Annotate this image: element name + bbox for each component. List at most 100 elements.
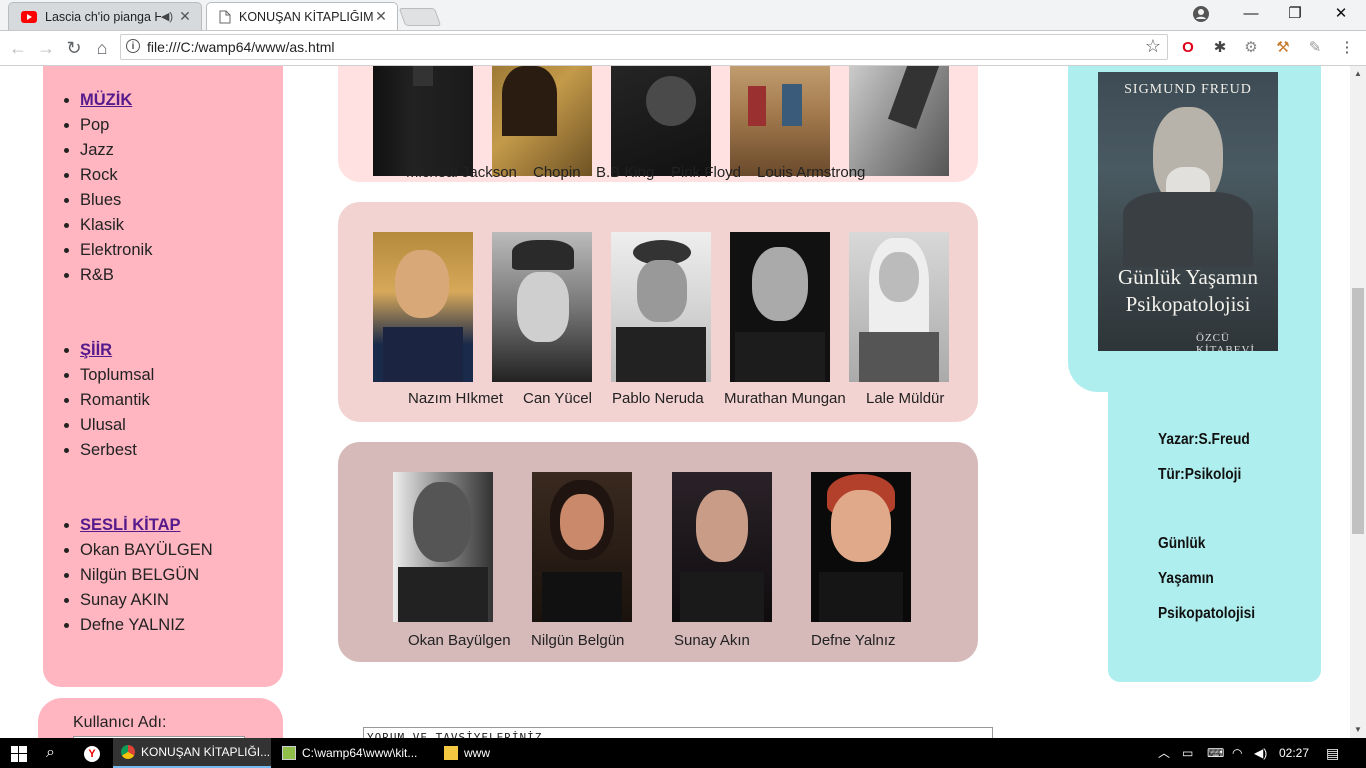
photo-caption: Okan Bayülgen [408,632,511,649]
extension-bug-icon[interactable]: ✱ [1209,37,1231,59]
taskbar-chrome-app[interactable]: KONUŞAN KİTAPLIĞI... [113,738,271,768]
profile-icon[interactable] [1193,6,1209,22]
book-cover[interactable]: SIGMUND FREUD Günlük Yaşamın Psikopatolo… [1098,72,1278,351]
tab-active[interactable]: KONUŞAN KİTAPLIĞIM ✕ [206,2,398,30]
menu-item[interactable]: Nilgün BELGÜN [80,563,213,588]
login-box: Kullanıcı Adı: [38,698,283,738]
menu-item[interactable]: R&B [80,263,152,288]
poetry-link[interactable]: ŞİİR [80,341,112,359]
windows-taskbar: ⌕ Y KONUŞAN KİTAPLIĞI... C:\wamp64\www\k… [0,738,1366,768]
menu-item[interactable]: Ulusal [80,413,154,438]
narrator-photo[interactable] [672,472,772,622]
artist-photo[interactable] [849,66,949,176]
search-icon[interactable]: ⌕ [46,738,55,768]
photo-caption: Nazım HIkmet [408,390,504,407]
menu-item[interactable]: Okan BAYÜLGEN [80,538,213,563]
tab-youtube[interactable]: Lascia ch'io pianga HW ◀) ✕ [8,2,202,30]
audiobook-menu: SESLİ KİTAP Okan BAYÜLGEN Nilgün BELGÜN … [60,513,213,638]
photo-caption: Sunay Akın [674,632,750,649]
menu-heading[interactable]: SESLİ KİTAP [80,513,213,538]
poet-photo[interactable] [730,232,830,382]
yandex-browser-icon[interactable]: Y [84,738,100,768]
back-button[interactable]: ← [5,35,31,61]
forward-button[interactable]: → [33,35,59,61]
page-scrollbar[interactable]: ▲ ▼ [1350,66,1366,738]
narrator-photo[interactable] [393,472,493,622]
comment-textarea[interactable]: YORUM VE TAVSİYELERİNİZ [363,727,993,738]
menu-item[interactable]: Pop [80,113,152,138]
clock[interactable]: 02:27 [1279,738,1309,768]
speaker-icon[interactable]: ◀) [161,10,173,23]
book-title-line: Yaşamın [1158,570,1214,587]
poet-photo[interactable] [492,232,592,382]
artist-photo[interactable] [373,66,473,176]
menu-item[interactable]: Romantik [80,388,154,413]
artist-photo[interactable] [730,66,830,176]
bookmark-star-icon[interactable]: ☆ [1145,36,1161,57]
menu-item[interactable]: Klasik [80,213,152,238]
notifications-icon[interactable]: ▤ [1326,738,1339,768]
extension-gear-icon[interactable]: ⚙ [1240,37,1262,59]
volume-icon[interactable]: ◀) [1254,738,1267,768]
menu-item[interactable]: Blues [80,188,152,213]
close-tab-icon[interactable]: ✕ [373,8,389,25]
document-icon [219,10,231,23]
artist-photo[interactable] [611,66,711,176]
photo-caption: Defne Yalnız [811,632,896,649]
home-button[interactable]: ⌂ [89,35,115,61]
menu-item[interactable]: Defne YALNIZ [80,613,213,638]
taskbar-notepad-app[interactable]: C:\wamp64\www\kit... [274,738,430,768]
menu-dots-icon[interactable]: ⋮ [1336,37,1358,59]
photo-caption: Lale Müldür [866,390,945,407]
menu-item[interactable]: Sunay AKIN [80,588,213,613]
tab-title: Lascia ch'io pianga HW [45,9,161,24]
artist-photo[interactable] [492,66,592,176]
extension-pen-icon[interactable]: ✎ [1304,37,1326,59]
minimize-button[interactable]: — [1228,0,1274,30]
taskbar-folder-app[interactable]: www [436,738,592,768]
menu-item[interactable]: Elektronik [80,238,152,263]
taskbar-app-label: www [464,746,490,760]
tab-strip: Lascia ch'io pianga HW ◀) ✕ KONUŞAN KİTA… [0,0,1366,31]
chrome-icon [121,745,135,759]
menu-item[interactable]: Serbest [80,438,154,463]
photo-caption: Micheal Jackson [406,164,517,181]
extension-tool-icon[interactable]: ⚒ [1272,37,1294,59]
menu-item[interactable]: Jazz [80,138,152,163]
cover-publisher: ÖZCÜ KİTABEVİ [1196,332,1256,351]
restore-button[interactable]: ❐ [1272,0,1318,30]
info-icon[interactable]: i [126,39,140,53]
reload-button[interactable]: ↻ [61,35,87,61]
battery-icon[interactable]: ▭ [1182,738,1193,768]
menu-item[interactable]: Toplumsal [80,363,154,388]
scroll-up-arrow[interactable]: ▲ [1350,66,1366,82]
address-bar[interactable]: i file:///C:/wamp64/www/as.html ☆ [120,34,1168,60]
wifi-icon[interactable]: ◠ [1232,738,1242,768]
tab-title: KONUŞAN KİTAPLIĞIM [239,9,373,24]
cover-title-line: Günlük Yaşamın [1117,265,1259,289]
opera-icon[interactable]: O [1177,37,1199,59]
keyboard-icon[interactable]: ⌨ [1207,738,1224,768]
music-link[interactable]: MÜZİK [80,91,132,109]
close-window-button[interactable]: ✕ [1318,0,1364,30]
photo-caption: Pablo Neruda [612,390,704,407]
close-tab-icon[interactable]: ✕ [177,8,193,25]
new-tab-button[interactable] [398,8,442,26]
book-title-line: Psikopatolojisi [1158,605,1256,622]
audiobook-link[interactable]: SESLİ KİTAP [80,516,181,534]
menu-item[interactable]: Rock [80,163,152,188]
music-menu: MÜZİK Pop Jazz Rock Blues Klasik Elektro… [60,88,152,288]
menu-heading[interactable]: MÜZİK [80,88,152,113]
poet-photo[interactable] [849,232,949,382]
narrator-photo[interactable] [811,472,911,622]
scroll-down-arrow[interactable]: ▼ [1350,722,1366,738]
url-text[interactable]: file:///C:/wamp64/www/as.html [147,39,335,55]
menu-heading[interactable]: ŞİİR [80,338,154,363]
scroll-thumb[interactable] [1352,288,1364,534]
poet-photo[interactable] [611,232,711,382]
narrator-photo[interactable] [532,472,632,622]
windows-start-icon[interactable] [11,746,27,762]
poet-photo[interactable] [373,232,473,382]
tray-chevron-icon[interactable]: ︿ [1158,738,1170,768]
poetry-menu: ŞİİR Toplumsal Romantik Ulusal Serbest [60,338,154,463]
